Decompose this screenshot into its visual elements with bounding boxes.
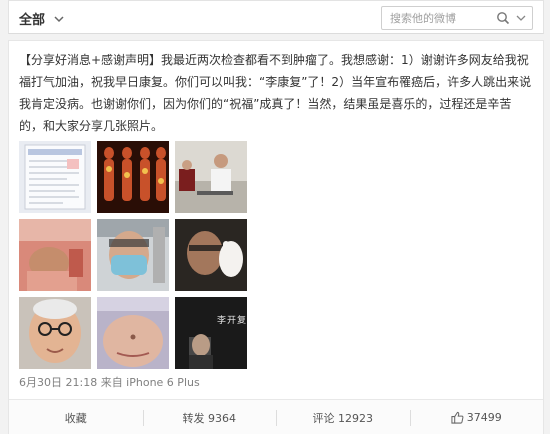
masked-selfie-photo[interactable]: [97, 219, 169, 291]
post-text: 【分享好消息+感谢声明】我最近两次检查都看不到肿瘤了。我想感谢：1）谢谢许多网友…: [19, 53, 532, 133]
bald-glasses-selfie-photo[interactable]: [19, 297, 91, 369]
search-box: [381, 6, 533, 30]
abdomen-scar-photo[interactable]: [97, 297, 169, 369]
favorite-button[interactable]: 收藏: [9, 400, 143, 434]
like-button[interactable]: 37499: [409, 400, 544, 434]
search-input[interactable]: [390, 11, 500, 25]
weibo-post-card: 【分享好消息+感谢声明】我最近两次检查都看不到肿瘤了。我想感谢：1）谢谢许多网友…: [8, 40, 544, 434]
post-action-bar: 收藏 转发 9364 评论 12923 37499: [9, 399, 543, 434]
thumbs-up-icon: [451, 411, 464, 424]
chevron-down-icon: [54, 15, 64, 22]
feed-filter-label: 全部: [19, 13, 46, 28]
medical-report-photo[interactable]: [19, 141, 91, 213]
portrait-hand-photo[interactable]: [175, 219, 247, 291]
search-options-chevron-icon[interactable]: [516, 14, 526, 22]
comment-button[interactable]: 评论 12923: [276, 400, 410, 434]
favorite-label: 收藏: [64, 411, 87, 425]
repost-button[interactable]: 转发 9364: [142, 400, 277, 434]
hospital-visit-photo[interactable]: [175, 141, 247, 213]
comment-label: 评论 12923: [312, 411, 374, 425]
pet-scan-photo[interactable]: [97, 141, 169, 213]
search-icon[interactable]: [496, 11, 510, 25]
book-cover-photo[interactable]: 李开复: [175, 297, 247, 369]
feed-filter-dropdown[interactable]: 全部: [19, 9, 65, 28]
repost-label: 转发 9364: [182, 411, 237, 425]
feed-topbar: 全部: [8, 0, 544, 34]
hospital-bed-selfie-photo[interactable]: [19, 219, 91, 291]
post-meta: 6月30日 21:18 来自 iPhone 6 Plus: [19, 376, 200, 389]
like-count: 37499: [466, 411, 502, 424]
book-cover-title: 李开复: [217, 316, 247, 326]
